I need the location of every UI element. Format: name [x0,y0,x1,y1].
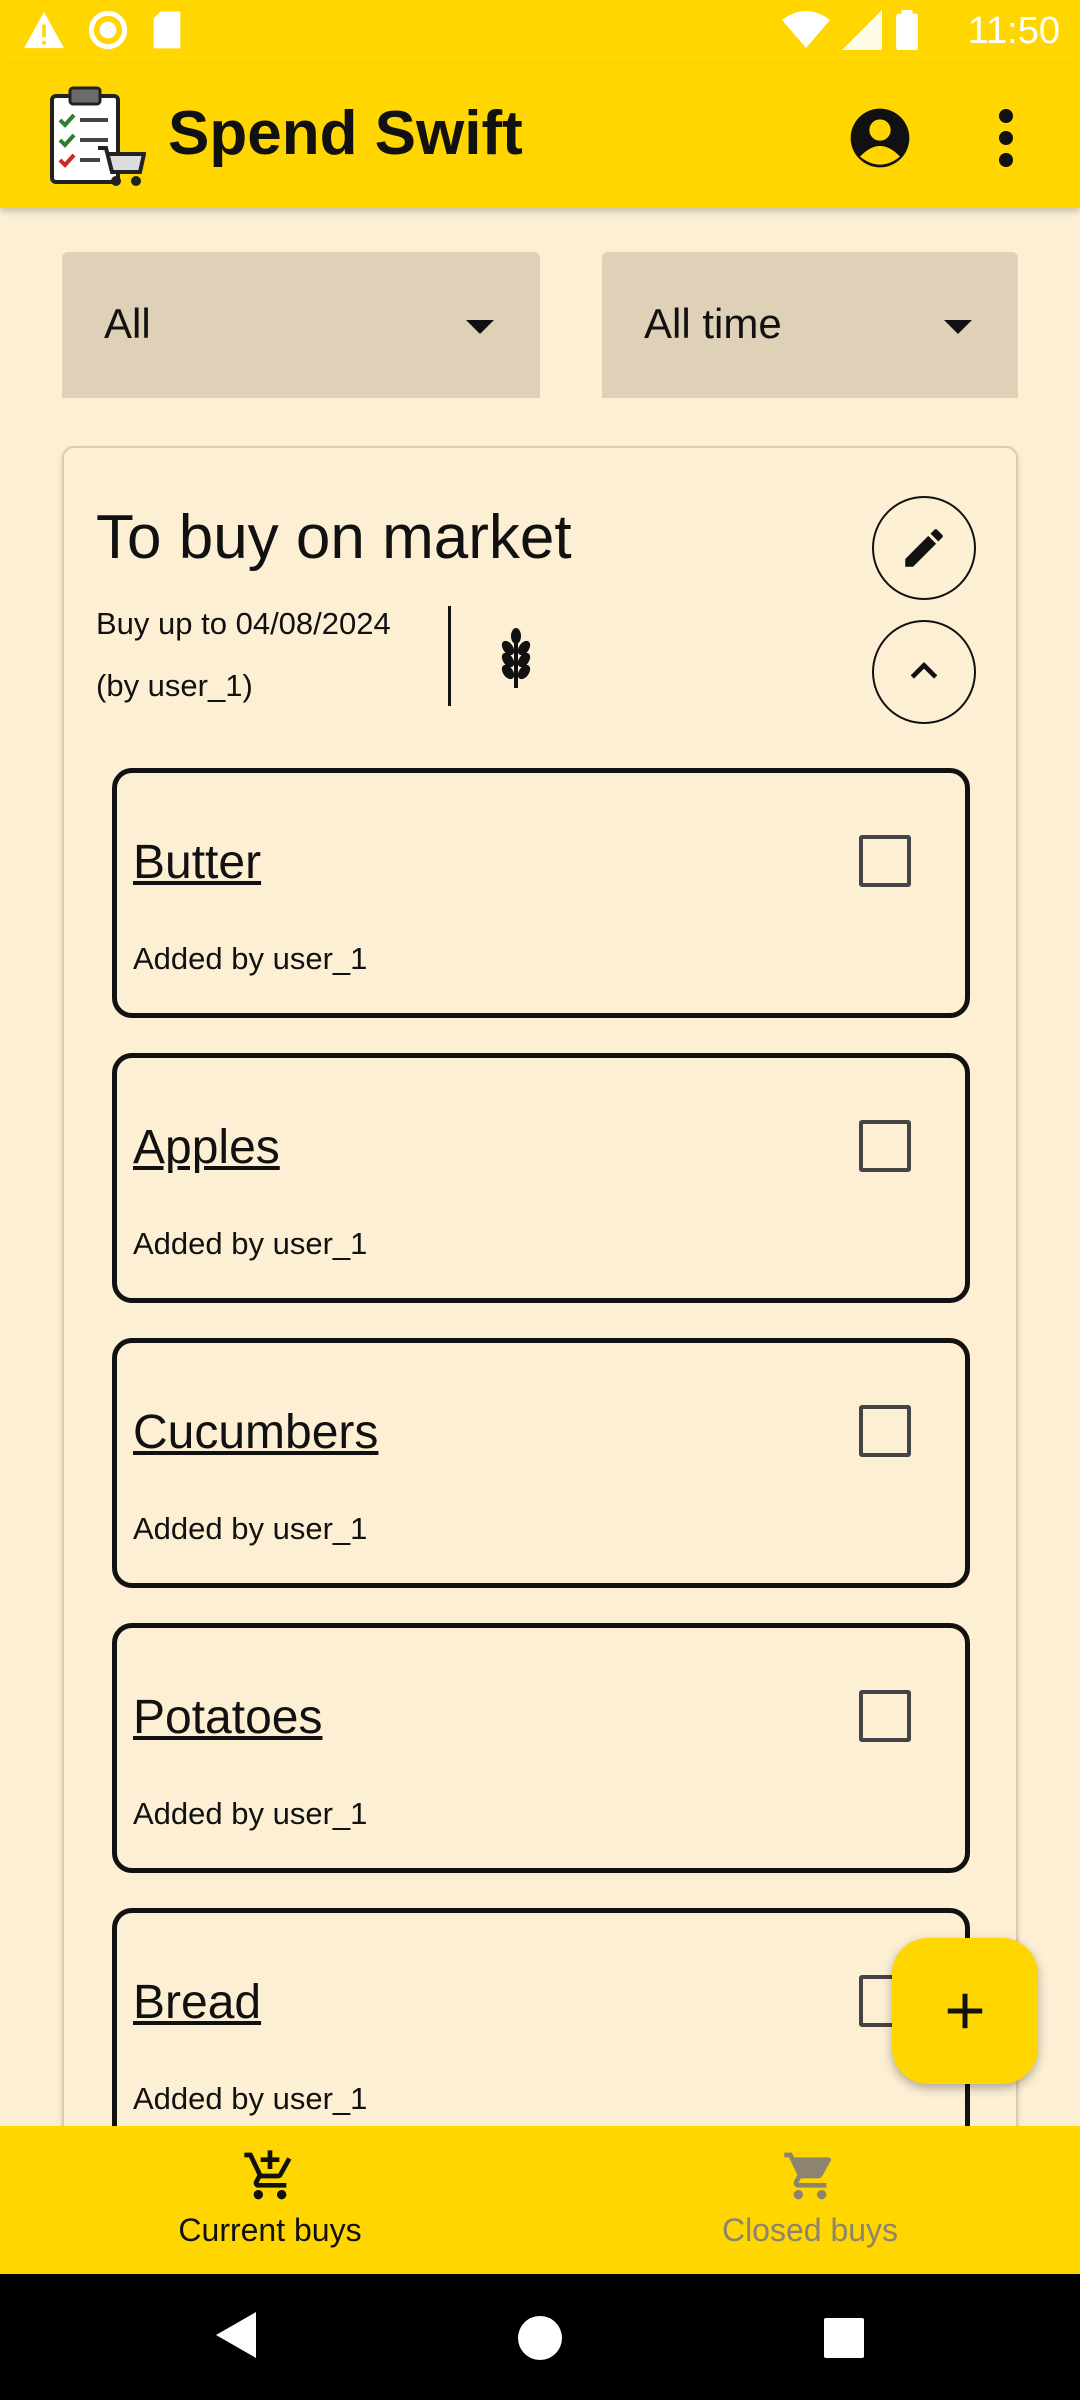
list-item[interactable]: Apples Added by user_1 [112,1053,970,1303]
edit-list-button[interactable] [872,496,976,600]
app-bar: Spend Swift [0,64,1080,208]
list-deadline: Buy up to 04/08/2024 [96,606,391,641]
item-added-by: Added by user_1 [133,2081,368,2116]
status-bar: 11:50 [0,0,1080,64]
period-filter-dropdown[interactable]: All time [602,252,1018,398]
item-checkbox[interactable] [859,835,911,887]
item-added-by: Added by user_1 [133,1511,368,1546]
list-item[interactable]: Bread Added by user_1 [112,1908,970,2158]
chevron-up-icon [910,662,938,679]
app-logo-icon [50,86,146,186]
home-icon[interactable] [518,2316,562,2360]
list-author: (by user_1) [96,668,253,703]
back-icon[interactable] [216,2312,256,2358]
nav-closed-buys-label: Closed buys [721,2212,899,2248]
divider [448,606,451,706]
collapse-list-button[interactable] [872,620,976,724]
item-added-by: Added by user_1 [133,941,368,976]
pencil-icon [905,529,943,567]
system-navigation-bar [0,2274,1080,2400]
nav-current-buys-label: Current buys [178,2212,362,2248]
more-options-icon[interactable] [986,106,1026,170]
list-title: To buy on market [96,503,572,572]
item-name[interactable]: Cucumbers [133,1405,378,1460]
warning-icon [24,11,64,49]
list-item[interactable]: Cucumbers Added by user_1 [112,1338,970,1588]
shopping-cart-icon [784,2152,832,2200]
wifi-icon [782,11,830,48]
item-checkbox[interactable] [859,1405,911,1457]
account-icon[interactable] [848,106,912,170]
item-checkbox[interactable] [859,1120,911,1172]
item-name[interactable]: Potatoes [133,1690,322,1745]
clock: 11:50 [967,10,1060,52]
item-name[interactable]: Bread [133,1975,261,2030]
period-filter-value: All time [644,300,782,347]
add-item-button[interactable] [892,1938,1038,2084]
sync-icon [88,10,128,50]
nav-current-buys[interactable]: Current buys [0,2126,540,2274]
category-filter-dropdown[interactable]: All [62,252,540,398]
plus-icon [947,1993,983,2029]
signal-icon [842,10,882,50]
recents-icon[interactable] [824,2318,864,2358]
dropdown-arrow-icon [944,320,972,334]
dropdown-arrow-icon [466,320,494,334]
category-filter-value: All [104,300,151,347]
item-name[interactable]: Apples [133,1120,280,1175]
list-item[interactable]: Butter Added by user_1 [112,768,970,1018]
item-added-by: Added by user_1 [133,1226,368,1261]
app-title: Spend Swift [168,99,523,168]
sd-card-icon [153,11,181,49]
item-added-by: Added by user_1 [133,1796,368,1831]
list-item[interactable]: Potatoes Added by user_1 [112,1623,970,1873]
nav-closed-buys[interactable]: Closed buys [540,2126,1080,2274]
notification-icons [22,10,184,50]
wheat-icon [501,628,531,688]
add-shopping-cart-icon [244,2150,292,2200]
item-name[interactable]: Butter [133,835,261,890]
battery-icon [896,10,918,50]
bottom-navigation: Current buys Closed buys [0,2126,1080,2274]
shopping-list-card: To buy on market Buy up to 04/08/2024 (b… [62,446,1018,2246]
system-indicators [782,10,920,50]
item-checkbox[interactable] [859,1690,911,1742]
